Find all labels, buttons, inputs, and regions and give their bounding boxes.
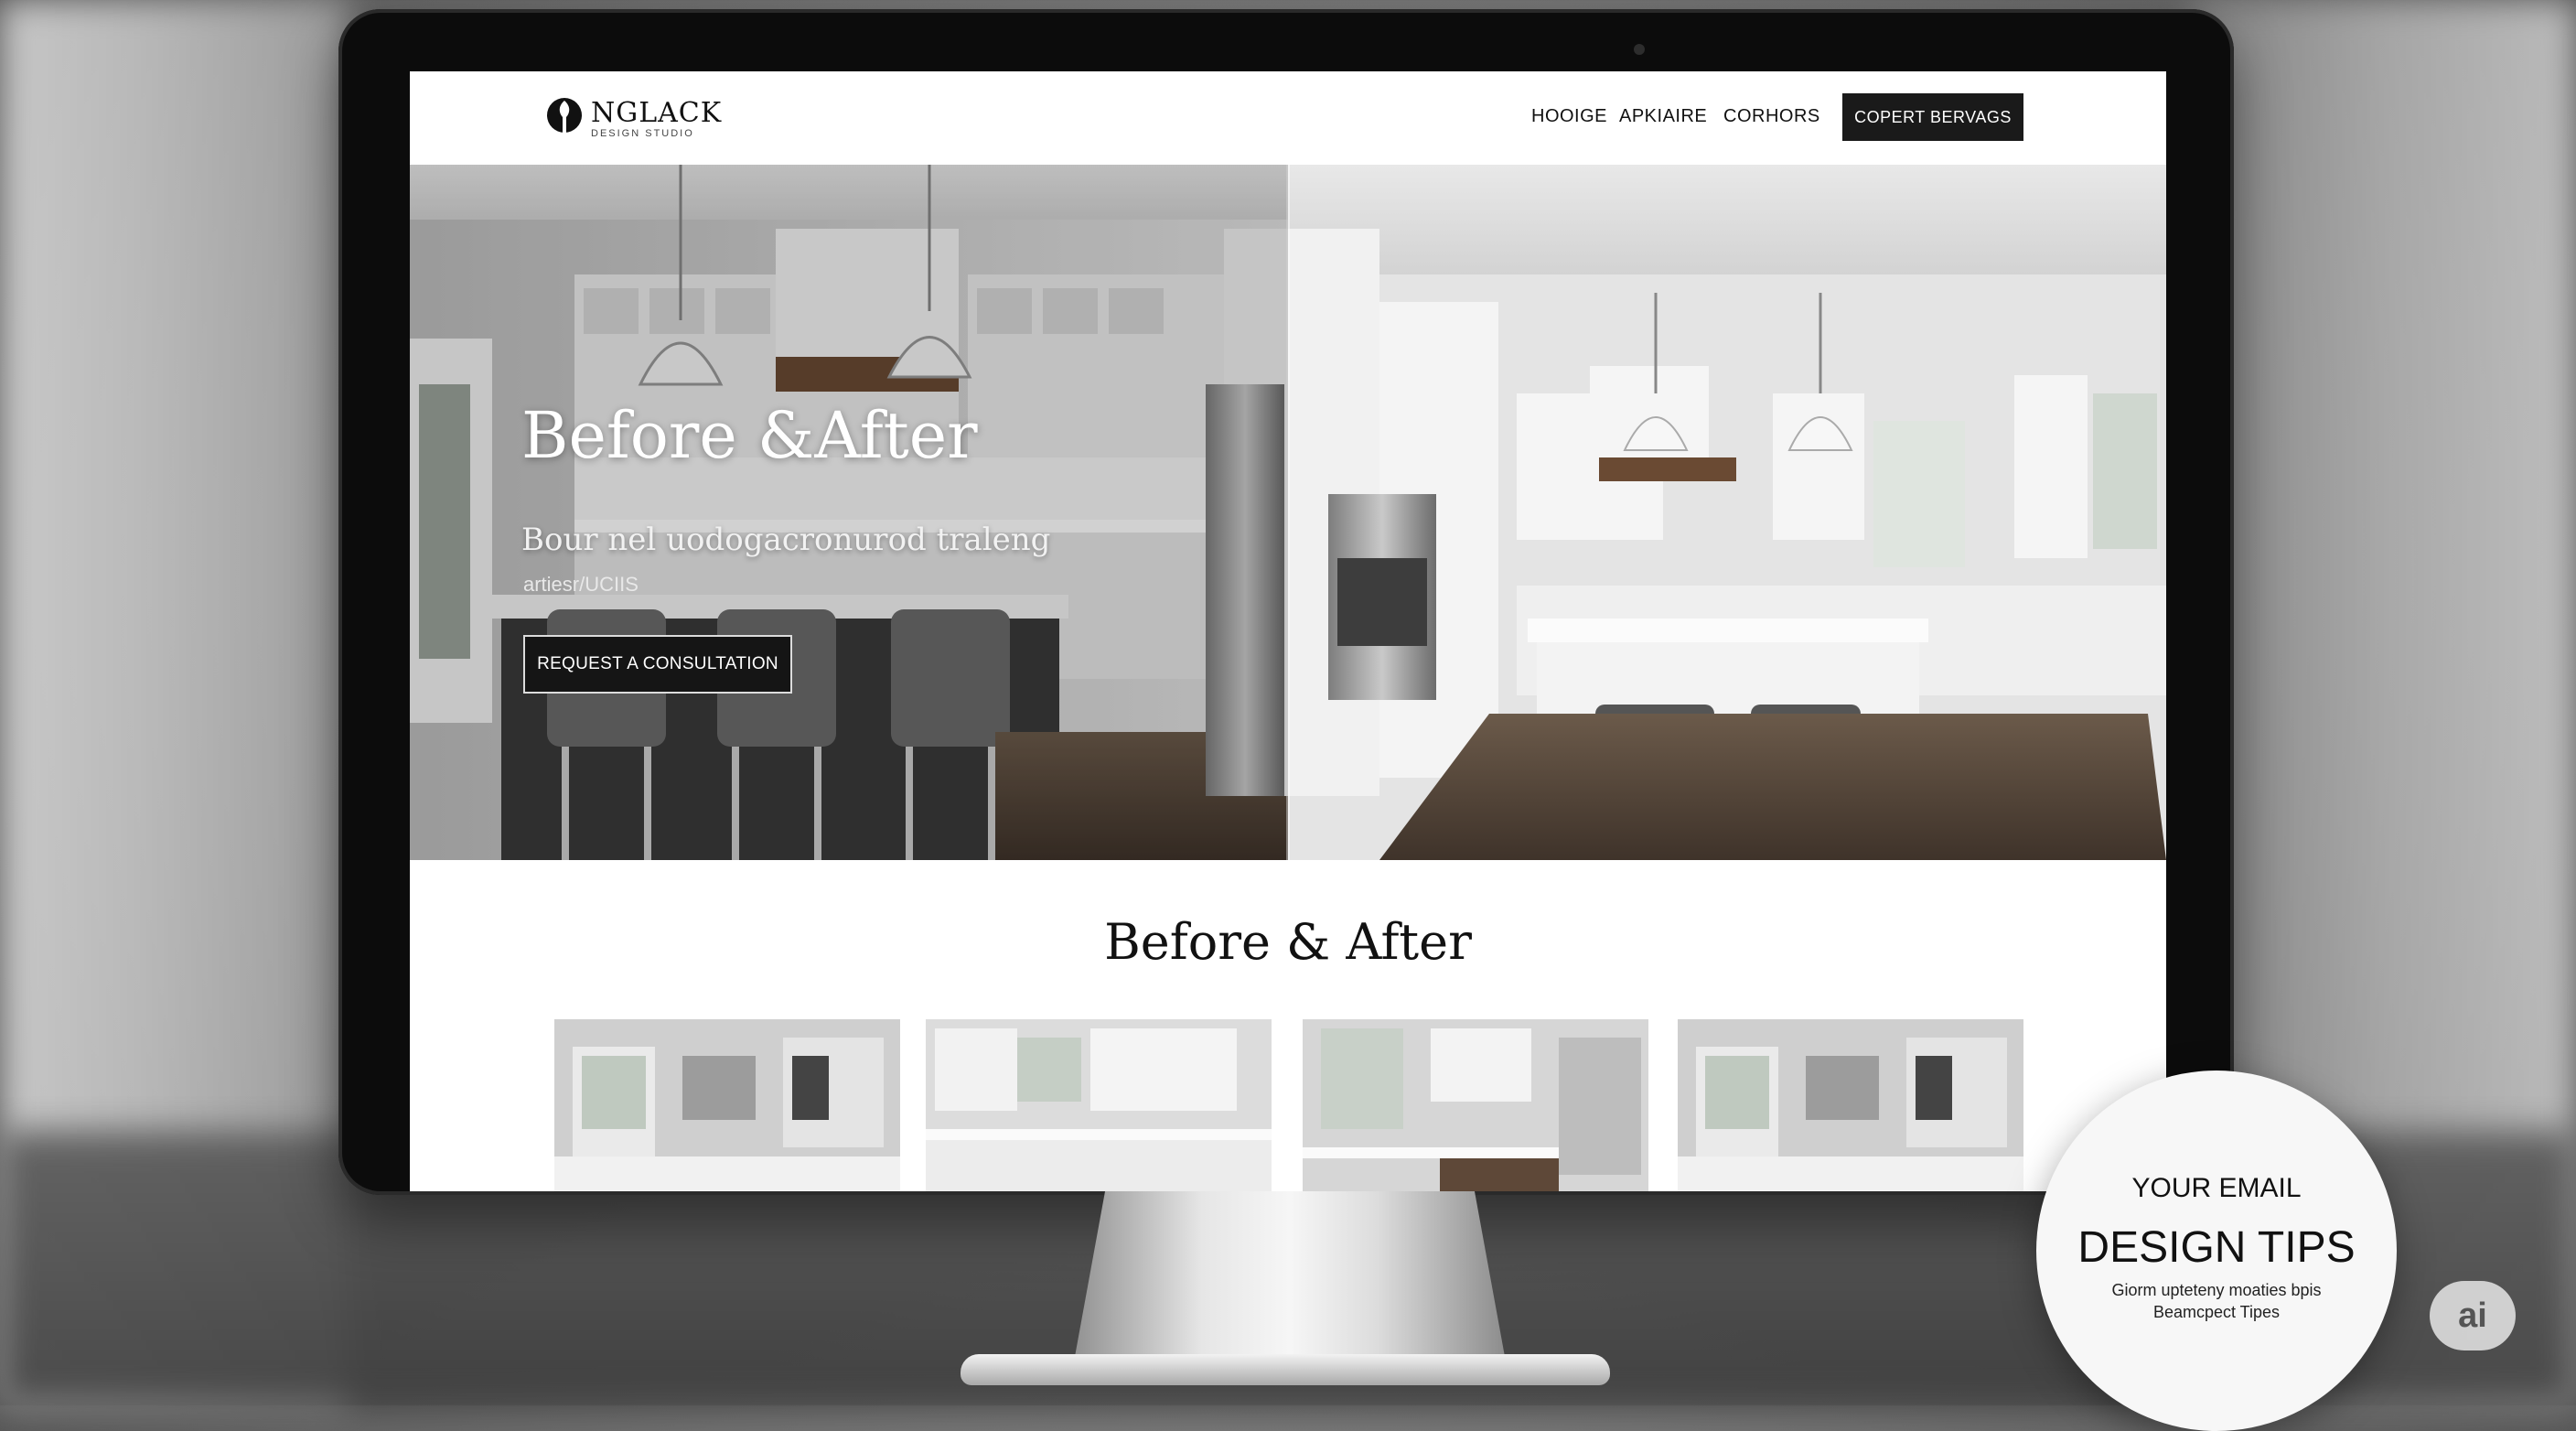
hero-caption: artiesr/UCIIS bbox=[523, 573, 639, 596]
expert-services-button[interactable]: COPERT BERVAGS bbox=[1842, 93, 2023, 141]
kitchen-photo bbox=[1303, 1019, 1648, 1191]
hero-banner: Before &After Bour nel uodogacronurod tr… bbox=[410, 165, 2166, 860]
promo-eyebrow: YOUR EMAIL bbox=[2131, 1173, 2302, 1203]
promo-description-line: Giorm upteteny moaties bpis bbox=[2111, 1281, 2322, 1299]
request-consultation-button[interactable]: REQUEST A CONSULTATION bbox=[523, 635, 792, 694]
gallery-thumbnail[interactable] bbox=[926, 1019, 1272, 1191]
hero-subtitle: Bour nel uodogacronurod traleng bbox=[521, 522, 1051, 558]
nav-link-about[interactable]: APKIAIRE bbox=[1619, 106, 1707, 127]
screen: NGLACK DESIGN STUDIO HOOIGE APKIAIRE COR… bbox=[410, 71, 2166, 1191]
monitor-stand bbox=[1070, 1189, 1509, 1382]
monitor-stand-base bbox=[961, 1354, 1610, 1385]
promo-description: Giorm upteteny moaties bpis Beamcpect Ti… bbox=[2036, 1279, 2397, 1323]
logo-icon bbox=[547, 98, 582, 135]
nav-link-services[interactable]: CORHORS bbox=[1723, 106, 1820, 127]
gallery-thumbnail[interactable] bbox=[554, 1019, 900, 1191]
section-title: Before & After bbox=[1104, 913, 1472, 971]
ai-badge: ai bbox=[2430, 1281, 2516, 1350]
top-navigation: NGLACK DESIGN STUDIO HOOIGE APKIAIRE COR… bbox=[410, 71, 2166, 165]
logo-text[interactable]: NGLACK bbox=[591, 97, 722, 129]
kitchen-photo bbox=[926, 1019, 1272, 1191]
hero-kitchen-image bbox=[410, 165, 2166, 860]
newsletter-promo[interactable]: YOUR EMAIL DESIGN TIPS Giorm upteteny mo… bbox=[2036, 1071, 2397, 1431]
logo-tagline: DESIGN STUDIO bbox=[591, 128, 694, 139]
kitchen-photo bbox=[1678, 1019, 2023, 1191]
gallery-thumbnail[interactable] bbox=[1678, 1019, 2023, 1191]
promo-title: DESIGN TIPS bbox=[2077, 1223, 2356, 1272]
hero-title: Before &After bbox=[521, 398, 978, 473]
camera-icon bbox=[1634, 44, 1645, 55]
kitchen-photo bbox=[554, 1019, 900, 1191]
promo-description-line: Beamcpect Tipes bbox=[2152, 1303, 2281, 1321]
nav-link-home[interactable]: HOOIGE bbox=[1531, 106, 1607, 127]
gallery-thumbnail[interactable] bbox=[1303, 1019, 1648, 1191]
